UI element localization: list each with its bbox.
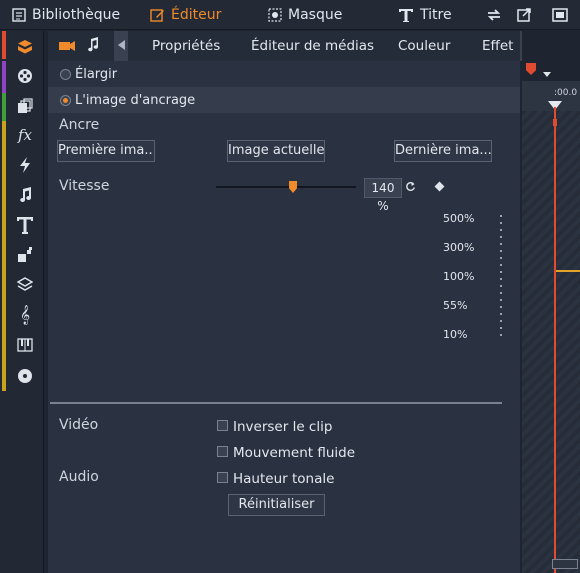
playhead-marker: [553, 119, 557, 126]
reverse-clip-checkbox[interactable]: [217, 420, 228, 431]
graphics-icon[interactable]: [14, 244, 36, 266]
color-strip: [2, 121, 6, 391]
speed-label: Vitesse: [59, 178, 110, 194]
tab-editor[interactable]: Éditeur: [150, 0, 221, 30]
anchor-image-label: L'image d'ancrage: [75, 92, 196, 108]
speed-scale-label: 300%: [443, 241, 475, 254]
music-icon[interactable]: [14, 184, 36, 206]
option-anchor-image[interactable]: L'image d'ancrage: [48, 87, 520, 113]
top-menu-bar: Bibliothèque Éditeur Masque Titre: [0, 0, 580, 30]
timeline-ruler[interactable]: :00.0: [522, 81, 580, 111]
transitions-icon[interactable]: [14, 95, 36, 117]
smooth-motion-checkbox[interactable]: [217, 446, 228, 457]
speed-slider-thumb[interactable]: [289, 181, 297, 193]
tab-mask[interactable]: Masque: [268, 0, 342, 30]
section-divider: [50, 402, 502, 404]
speed-scale-label: 55%: [443, 299, 468, 312]
fx-icon[interactable]: fx: [14, 124, 36, 146]
disc-icon[interactable]: [14, 365, 36, 387]
reset-icon[interactable]: [405, 181, 416, 196]
speed-scale-label: 500%: [443, 212, 475, 225]
anchor-image-radio[interactable]: [60, 94, 71, 106]
edit-icon: [150, 8, 165, 23]
subtab-color[interactable]: Couleur: [398, 31, 450, 61]
properties-panel: Propriétés Éditeur de médias Couleur Eff…: [48, 31, 520, 573]
option-enlarge[interactable]: Élargir: [48, 61, 520, 87]
speed-scale-ticks: [500, 215, 502, 340]
timeline-panel: :00.0: [522, 31, 580, 573]
speed-scale-label: 10%: [443, 328, 468, 341]
caret-left-icon: [117, 39, 125, 54]
last-image-button[interactable]: Dernière ima...: [394, 140, 492, 162]
tab-mask-label: Masque: [288, 7, 343, 23]
subtab-properties[interactable]: Propriétés: [152, 31, 220, 61]
tool-sidebar: fx 𝄞: [0, 31, 44, 573]
subtab-bar: Propriétés Éditeur de médias Couleur Eff…: [48, 31, 520, 61]
color-strip: [2, 31, 6, 59]
stack-icon[interactable]: [14, 274, 36, 296]
audio-section-label: Audio: [59, 469, 99, 485]
export-icon[interactable]: [515, 6, 533, 24]
clip-marker: [556, 270, 580, 272]
timecode-label: :00.0: [554, 88, 578, 98]
mask-icon: [268, 8, 282, 22]
lightning-icon[interactable]: [14, 154, 36, 176]
dropdown-caret-icon[interactable]: [543, 66, 551, 81]
swap-icon[interactable]: [485, 6, 503, 24]
tab-title[interactable]: Titre: [398, 0, 452, 30]
screen-icon[interactable]: [551, 6, 569, 24]
color-strip: [2, 61, 6, 93]
smooth-motion-label: Mouvement fluide: [233, 445, 356, 461]
tab-library-label: Bibliothèque: [32, 7, 121, 23]
first-image-button[interactable]: Première ima...: [57, 140, 155, 162]
pitch-checkbox[interactable]: [217, 472, 228, 483]
current-image-button[interactable]: Image actuelle: [227, 140, 325, 162]
speed-scale-label: 100%: [443, 270, 475, 283]
subtab-effect[interactable]: Effet: [482, 31, 513, 61]
title-icon: [398, 7, 414, 23]
music-note-icon[interactable]: [86, 37, 100, 57]
camera-icon[interactable]: [58, 39, 76, 57]
playhead-line[interactable]: [554, 107, 556, 573]
timeline-scrollbar[interactable]: [552, 559, 578, 569]
library-icon: [12, 8, 26, 22]
tab-library[interactable]: Bibliothèque: [12, 0, 120, 30]
speed-slider[interactable]: [216, 186, 356, 188]
anchor-label: Ancre: [59, 117, 100, 133]
pitch-label: Hauteur tonale: [233, 471, 335, 487]
tab-editor-label: Éditeur: [171, 7, 222, 23]
piano-icon[interactable]: [14, 334, 36, 356]
film-reel-icon[interactable]: [14, 65, 36, 87]
text-icon[interactable]: [14, 214, 36, 236]
reverse-clip-label: Inverser le clip: [233, 419, 333, 435]
scroll-left-button[interactable]: [114, 31, 128, 61]
video-section-label: Vidéo: [59, 417, 99, 433]
subtab-media-editor[interactable]: Éditeur de médias: [251, 31, 374, 61]
speed-value-input[interactable]: 140 %: [364, 178, 402, 213]
tab-title-label: Titre: [420, 7, 452, 23]
reset-button[interactable]: Réinitialiser: [228, 494, 325, 516]
treble-clef-icon[interactable]: 𝄞: [14, 304, 36, 326]
enlarge-label: Élargir: [75, 66, 118, 82]
color-strip: [2, 93, 6, 121]
enlarge-radio[interactable]: [60, 68, 71, 80]
layers-box-icon[interactable]: [14, 36, 36, 58]
keyframe-icon[interactable]: [434, 181, 445, 192]
